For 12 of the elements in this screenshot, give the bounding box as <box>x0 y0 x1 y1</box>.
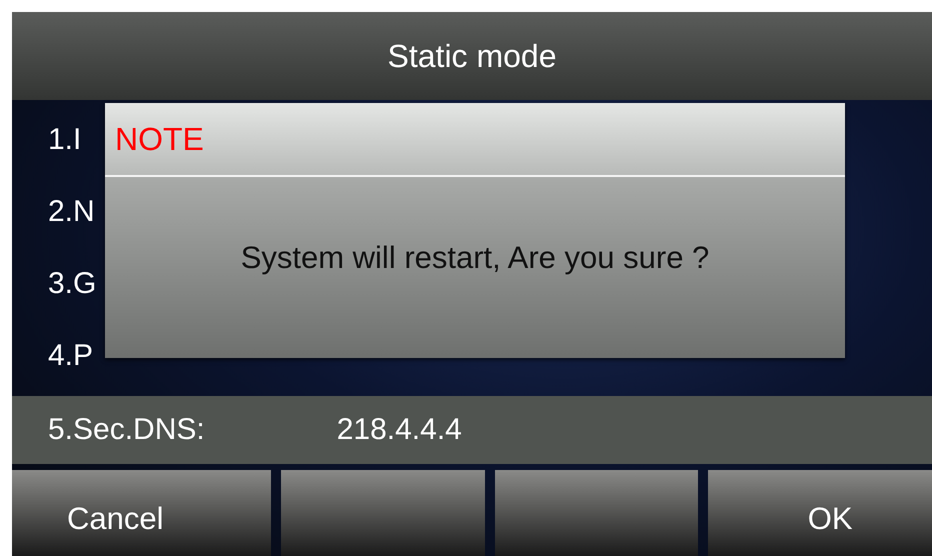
screen-title: Static mode <box>12 12 932 100</box>
cancel-softkey[interactable]: Cancel <box>12 470 271 556</box>
setting-label: 4.P <box>48 339 94 373</box>
dialog-title: NOTE <box>105 103 845 177</box>
dialog-message: System will restart, Are you sure ? <box>105 177 845 358</box>
blank-softkey[interactable] <box>280 470 484 556</box>
setting-label: 2.N <box>48 195 95 229</box>
setting-row[interactable]: 5.Sec.DNS: 218.4.4.4 <box>12 396 932 464</box>
blank-softkey[interactable] <box>494 470 698 556</box>
ok-softkey[interactable]: OK <box>708 470 932 556</box>
setting-value: 218.4.4.4 <box>336 413 462 447</box>
setting-label: 5.Sec.DNS: <box>48 413 205 447</box>
